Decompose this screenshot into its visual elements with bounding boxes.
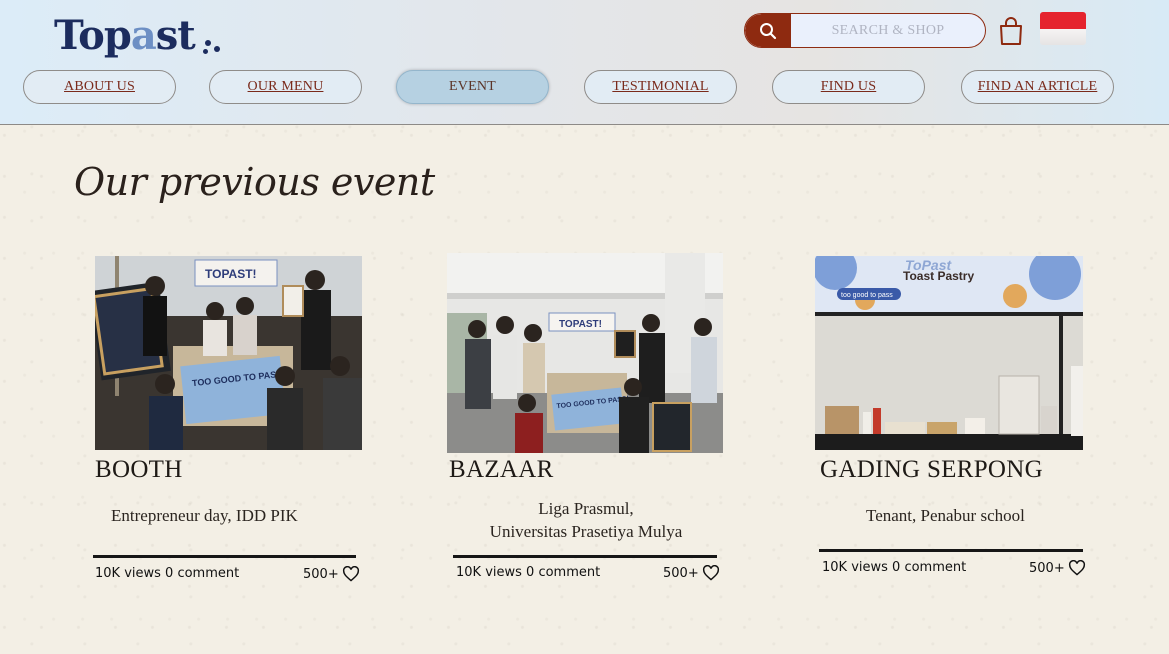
card-likes-gading-serpong[interactable]: 500+	[1029, 560, 1086, 576]
logo-text-part1: Top	[54, 12, 132, 59]
indonesia-flag-icon[interactable]	[1040, 12, 1086, 45]
svg-text:too good to pass: too good to pass	[841, 292, 893, 299]
card-divider	[93, 555, 356, 558]
nav-find-an-article[interactable]: FIND AN ARTICLE	[961, 70, 1114, 104]
heart-icon[interactable]	[342, 566, 360, 582]
nav-find-us[interactable]: FIND US	[772, 70, 925, 104]
search-button[interactable]	[745, 14, 791, 47]
logo[interactable]: Topast	[54, 12, 196, 59]
card-subtitle-gading-serpong: Tenant, Penabur school	[866, 506, 1025, 525]
bazaar-photo-illustration: TOPAST! TOO GOOD TO PASS!	[447, 253, 723, 453]
nav-event[interactable]: EVENT	[396, 70, 549, 104]
logo-text-part3: st	[155, 12, 196, 59]
search-bar	[744, 13, 986, 48]
card-likes-booth[interactable]: 500+	[303, 566, 360, 582]
nav-about-us[interactable]: ABOUT US	[23, 70, 176, 104]
logo-text-part2: a	[130, 12, 157, 59]
svg-text:Toast Pastry: Toast Pastry	[903, 269, 974, 283]
site-header: Topast ABOUT US OUR MENU EVENT TESTIMONI…	[0, 0, 1169, 125]
likes-count: 500+	[1029, 560, 1065, 576]
card-likes-bazaar[interactable]: 500+	[663, 565, 720, 581]
card-stats-booth: 10K views 0 comment	[95, 566, 240, 581]
likes-count: 500+	[663, 565, 699, 581]
search-input[interactable]	[791, 14, 985, 47]
svg-text:TOPAST!: TOPAST!	[559, 319, 602, 330]
svg-text:TOPAST!: TOPAST!	[205, 267, 257, 281]
event-photo-booth[interactable]: TOPAST! TOO GOOD TO PASS!	[95, 256, 362, 450]
card-stats-bazaar: 10K views 0 comment	[456, 565, 601, 580]
search-icon	[760, 22, 777, 39]
card-subtitle-bazaar: Liga Prasmul, Universitas Prasetiya Muly…	[485, 500, 687, 540]
card-divider	[453, 555, 717, 558]
logo-dots-icon	[201, 38, 225, 56]
card-stats-gading-serpong: 10K views 0 comment	[822, 560, 967, 575]
gading-photo-illustration: ToPast Toast Pastry too good to pass	[815, 256, 1083, 450]
event-photo-bazaar[interactable]: TOPAST! TOO GOOD TO PASS!	[447, 253, 723, 453]
booth-photo-illustration: TOPAST! TOO GOOD TO PASS!	[95, 256, 362, 450]
card-title-bazaar: BAZAAR	[449, 456, 554, 483]
heart-icon[interactable]	[1068, 560, 1086, 576]
card-subtitle-line1: Liga Prasmul,	[538, 499, 634, 518]
card-subtitle-line2: Universitas Prasetiya Mulya	[489, 522, 683, 541]
heart-icon[interactable]	[702, 565, 720, 581]
likes-count: 500+	[303, 566, 339, 582]
card-subtitle-booth: Entrepreneur day, IDD PIK	[111, 506, 298, 525]
section-title: Our previous event	[74, 160, 435, 204]
nav-testimonial[interactable]: TESTIMONIAL	[584, 70, 737, 104]
shopping-bag-icon[interactable]	[998, 16, 1024, 46]
card-title-booth: BOOTH	[95, 456, 183, 483]
nav-our-menu[interactable]: OUR MENU	[209, 70, 362, 104]
event-photo-gading-serpong[interactable]: ToPast Toast Pastry too good to pass	[815, 256, 1083, 450]
card-divider	[819, 549, 1083, 552]
card-title-gading-serpong: GADING SERPONG	[820, 456, 1043, 483]
